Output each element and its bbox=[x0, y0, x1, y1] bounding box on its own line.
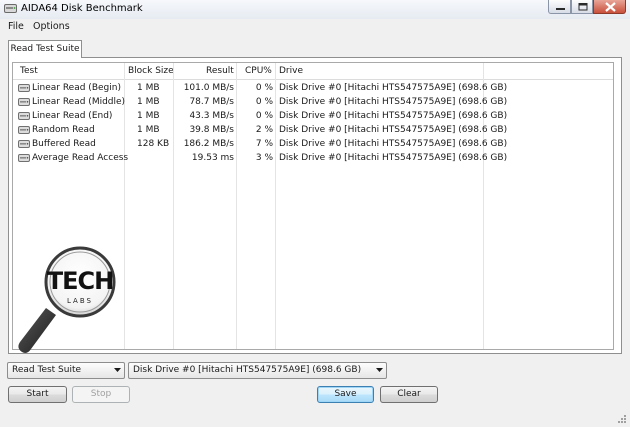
table-header: Test Block Size Result CPU% Drive bbox=[13, 63, 613, 80]
cell-drive: Disk Drive #0 [Hitachi HTS547575A9E] (69… bbox=[279, 97, 508, 107]
menu-options[interactable]: Options bbox=[33, 21, 70, 33]
hard-disk-icon bbox=[18, 126, 30, 134]
cell-drive: Disk Drive #0 [Hitachi HTS547575A9E] (69… bbox=[279, 83, 508, 93]
table-row[interactable]: Linear Read (Begin) 1 MB 101.0 MB/s 0 % Disk… bbox=[13, 81, 613, 95]
close-icon bbox=[605, 2, 616, 12]
cell-result: 78.7 MB/s bbox=[189, 97, 234, 107]
column-header-cpu[interactable]: CPU% bbox=[245, 63, 272, 79]
table-row[interactable]: Linear Read (Middle) 1 MB 78.7 MB/s 0 % Disk… bbox=[13, 95, 613, 109]
cell-result: 19.53 ms bbox=[191, 153, 234, 163]
window-title: AIDA64 Disk Benchmark bbox=[21, 3, 143, 14]
minimize-icon bbox=[556, 8, 565, 10]
drive-select-value: Disk Drive #0 [Hitachi HTS547575A9E] (69… bbox=[133, 365, 362, 375]
maximize-button[interactable] bbox=[571, 0, 593, 14]
cell-result: 186.2 MB/s bbox=[183, 139, 234, 149]
table-row[interactable]: Average Read Access 19.53 ms 3 % Disk Drive… bbox=[13, 151, 613, 165]
cell-block-size: 1 MB bbox=[137, 111, 160, 121]
table-row[interactable]: Buffered Read 128 KB 186.2 MB/s 7 % Disk Dri… bbox=[13, 137, 613, 151]
hard-disk-icon bbox=[18, 154, 30, 162]
column-header-test[interactable]: Test bbox=[20, 63, 38, 79]
stop-button[interactable]: Stop bbox=[72, 386, 130, 403]
table-row[interactable]: Random Read 1 MB 39.8 MB/s 2 % Disk Drive #0… bbox=[13, 123, 613, 137]
cell-test: Linear Read (Middle) bbox=[32, 97, 126, 107]
cell-drive: Disk Drive #0 [Hitachi HTS547575A9E] (69… bbox=[279, 111, 508, 121]
logo-text-bottom: LABS bbox=[67, 297, 93, 305]
cell-cpu: 0 % bbox=[255, 97, 273, 107]
cell-test: Random Read bbox=[32, 125, 95, 135]
minimize-button[interactable] bbox=[548, 0, 571, 14]
title-bar[interactable]: AIDA64 Disk Benchmark bbox=[0, 0, 630, 19]
tech-labs-logo: TECH LABS bbox=[18, 246, 116, 353]
chevron-down-icon bbox=[376, 368, 383, 372]
cell-test: Linear Read (End) bbox=[32, 111, 113, 121]
test-suite-select[interactable]: Read Test Suite bbox=[7, 362, 125, 379]
cell-block-size: 1 MB bbox=[137, 83, 160, 93]
cell-cpu: 2 % bbox=[255, 125, 273, 135]
cell-drive: Disk Drive #0 [Hitachi HTS547575A9E] (69… bbox=[279, 125, 508, 135]
cell-test: Buffered Read bbox=[32, 139, 96, 149]
menu-file[interactable]: File bbox=[8, 21, 24, 33]
logo-text-top: TECH bbox=[47, 267, 113, 295]
cell-block-size: 1 MB bbox=[137, 125, 160, 135]
column-header-result[interactable]: Result bbox=[206, 63, 234, 79]
cell-cpu: 0 % bbox=[255, 83, 273, 93]
column-header-block-size[interactable]: Block Size bbox=[128, 63, 174, 79]
status-strip bbox=[0, 411, 630, 427]
save-button[interactable]: Save bbox=[317, 386, 374, 403]
benchmark-window: AIDA64 Disk Benchmark File Options Read … bbox=[0, 0, 630, 427]
clear-button[interactable]: Clear bbox=[380, 386, 438, 403]
drive-select[interactable]: Disk Drive #0 [Hitachi HTS547575A9E] (69… bbox=[128, 362, 387, 379]
cell-cpu: 7 % bbox=[255, 139, 273, 149]
column-header-drive[interactable]: Drive bbox=[279, 63, 303, 79]
tab-read-test-suite[interactable]: Read Test Suite bbox=[8, 40, 82, 58]
cell-test: Average Read Access bbox=[32, 153, 129, 163]
hard-disk-icon bbox=[18, 112, 30, 120]
test-suite-select-value: Read Test Suite bbox=[12, 365, 82, 375]
cell-result: 101.0 MB/s bbox=[183, 83, 234, 93]
cell-cpu: 0 % bbox=[255, 111, 273, 121]
hard-disk-icon bbox=[18, 84, 30, 92]
close-button[interactable] bbox=[593, 0, 626, 14]
cell-block-size: 128 KB bbox=[137, 139, 170, 149]
cell-drive: Disk Drive #0 [Hitachi HTS547575A9E] (69… bbox=[279, 139, 508, 149]
cell-result: 43.3 MB/s bbox=[189, 111, 234, 121]
table-row[interactable]: Linear Read (End) 1 MB 43.3 MB/s 0 % Disk Dr… bbox=[13, 109, 613, 123]
cell-test: Linear Read (Begin) bbox=[32, 83, 121, 93]
maximize-icon bbox=[578, 3, 588, 11]
menu-bar: File Options bbox=[0, 19, 630, 35]
cell-result: 39.8 MB/s bbox=[189, 125, 234, 135]
resize-grip-icon[interactable] bbox=[617, 414, 627, 424]
hard-disk-icon bbox=[18, 98, 30, 106]
app-icon bbox=[4, 4, 17, 13]
cell-drive: Disk Drive #0 [Hitachi HTS547575A9E] (69… bbox=[279, 153, 508, 163]
cell-cpu: 3 % bbox=[255, 153, 273, 163]
chevron-down-icon bbox=[114, 368, 121, 372]
hard-disk-icon bbox=[18, 140, 30, 148]
start-button[interactable]: Start bbox=[8, 386, 67, 403]
cell-block-size: 1 MB bbox=[137, 97, 160, 107]
